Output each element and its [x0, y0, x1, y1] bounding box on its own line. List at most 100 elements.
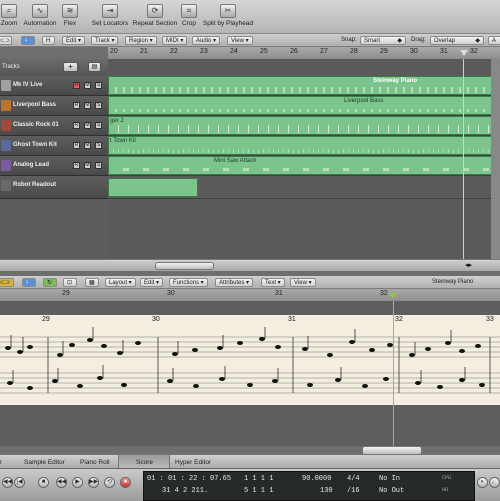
- score-area[interactable]: 29 30 31 32 33: [0, 301, 500, 455]
- lcd-display[interactable]: 01 : 01 : 22 : 07.65 31 4 2 211. 1 1 1 1…: [143, 471, 475, 501]
- playhead-marker-icon[interactable]: [389, 293, 397, 299]
- score-view-button[interactable]: ⊡: [63, 278, 77, 287]
- split-by-playhead-button[interactable]: ✂ Split by Playhead: [202, 4, 254, 27]
- snap-select[interactable]: Smart ◆: [360, 36, 406, 45]
- drag-label: Drag:: [411, 37, 426, 43]
- menu-view[interactable]: View ▾: [290, 278, 316, 287]
- tab-sample-editor[interactable]: Sample Editor: [24, 459, 65, 466]
- mute-button[interactable]: M: [84, 102, 91, 109]
- track-lane[interactable]: t Town Kit Gh: [108, 136, 500, 156]
- solo-button[interactable]: S: [95, 142, 102, 149]
- score-track-name: Steinway Piano: [432, 279, 474, 285]
- menu-track[interactable]: Track ▾: [91, 36, 119, 45]
- ruler-bar-32: 32: [470, 48, 478, 55]
- midi-out-button[interactable]: ↻: [43, 278, 57, 287]
- record-button[interactable]: R: [73, 82, 80, 89]
- ruler-bar-25: 25: [260, 48, 268, 55]
- menu-region[interactable]: Region ▾: [125, 36, 157, 45]
- menu-audio[interactable]: Audio ▾: [192, 36, 221, 45]
- track-options-icon[interactable]: ▤: [88, 62, 101, 72]
- link-button[interactable]: ⊂⊃: [0, 36, 12, 45]
- metronome-icon: ♩: [491, 479, 498, 485]
- play-button[interactable]: ▶: [72, 477, 83, 488]
- menu-view[interactable]: View ▾: [227, 36, 253, 45]
- region[interactable]: t Town Kit Gh: [108, 136, 500, 155]
- goto-start-button[interactable]: |◀: [14, 477, 25, 488]
- playhead-marker-icon[interactable]: [460, 50, 468, 56]
- menu-functions[interactable]: Functions ▾: [169, 278, 208, 287]
- zoom-button[interactable]: ⌕ Zoom: [0, 4, 22, 27]
- solo-button[interactable]: S: [95, 82, 102, 89]
- snap-label: Snap:: [341, 37, 357, 43]
- drum-icon: [1, 140, 11, 151]
- transport-bar: ◀◀ |◀ ■ ◀◀ ▶ ▶▶ ⟲ ● 01 : 01 : 22 : 07.65…: [0, 468, 500, 501]
- solo-button[interactable]: S: [95, 162, 102, 169]
- region[interactable]: Liverpool Bass: [108, 96, 500, 115]
- mute-button[interactable]: M: [84, 82, 91, 89]
- crop-button[interactable]: ⌗ Crop: [180, 4, 198, 27]
- menu-text[interactable]: Text ▾: [261, 278, 285, 287]
- score-ruler-bar-32: 32: [380, 290, 388, 297]
- track-lane[interactable]: Mini Saw Attack: [108, 156, 500, 176]
- track-lane[interactable]: [108, 176, 500, 199]
- track-header[interactable]: Robot Readout: [0, 176, 108, 199]
- menu-layout[interactable]: Layout ▾: [105, 278, 136, 287]
- horizontal-scrollbar-thumb[interactable]: [155, 262, 214, 270]
- region[interactable]: [108, 178, 198, 197]
- set-locators-button[interactable]: ⇥ Set Locators: [90, 4, 130, 27]
- menu-edit[interactable]: Edit ▾: [62, 36, 86, 45]
- stop-icon: ■: [41, 479, 46, 485]
- metronome-button[interactable]: ♩: [489, 477, 500, 488]
- record-button[interactable]: R: [73, 142, 80, 149]
- track-header[interactable]: Liverpool Bass R M S: [0, 96, 108, 116]
- region[interactable]: Mini Saw Attack: [108, 156, 500, 175]
- record-button[interactable]: R: [73, 122, 80, 129]
- automation-view-button[interactable]: A: [488, 36, 500, 45]
- stop-button[interactable]: ■: [38, 477, 49, 488]
- region[interactable]: ger 2: [108, 116, 500, 135]
- track-header[interactable]: Analog Lead R M S: [0, 156, 108, 176]
- mute-button[interactable]: M: [84, 162, 91, 169]
- vertical-scrollbar[interactable]: [491, 59, 500, 259]
- forward-button[interactable]: ▶▶: [88, 477, 99, 488]
- tab-score[interactable]: Score: [118, 455, 170, 469]
- ruler-bar-20: 20: [110, 48, 118, 55]
- menu-attributes[interactable]: Attributes ▾: [215, 278, 254, 287]
- track-header[interactable]: Classic Rock 01 R M S: [0, 116, 108, 136]
- region[interactable]: Steinway Piano: [108, 76, 500, 95]
- tab-mixer[interactable]: r: [0, 459, 2, 466]
- score-settings-button[interactable]: ▦: [85, 278, 99, 287]
- tab-piano-roll[interactable]: Piano Roll: [80, 459, 110, 466]
- hide-button[interactable]: H: [42, 36, 55, 45]
- menu-edit[interactable]: Edit ▾: [140, 278, 164, 287]
- zoom-slider-icon[interactable]: ◂▸: [465, 261, 472, 269]
- solo-mode-button[interactable]: ◐: [477, 477, 488, 488]
- goto-start-button-2[interactable]: ◀◀: [56, 477, 67, 488]
- cycle-button[interactable]: ⟲: [104, 477, 115, 488]
- link-button[interactable]: ⊂⊃: [0, 278, 14, 287]
- repeat-section-button[interactable]: ⟳ Repeat Section: [132, 4, 178, 27]
- catch-button[interactable]: ♮: [22, 278, 36, 287]
- catch-button[interactable]: ♮: [21, 36, 35, 45]
- automation-button[interactable]: ∿ Automation: [20, 4, 60, 27]
- add-track-button[interactable]: +: [63, 62, 78, 72]
- solo-button[interactable]: S: [95, 122, 102, 129]
- track-lane[interactable]: Steinway Piano: [108, 76, 500, 96]
- track-header[interactable]: Ghost Town Kit R M S: [0, 136, 108, 156]
- record-button[interactable]: R: [73, 162, 80, 169]
- crop-icon: ⌗: [181, 4, 197, 18]
- track-lane[interactable]: Liverpool Bass: [108, 96, 500, 116]
- rewind-button[interactable]: ◀◀: [2, 477, 13, 488]
- flex-button[interactable]: ≋ Flex: [60, 4, 80, 27]
- mute-button[interactable]: M: [84, 142, 91, 149]
- solo-button[interactable]: S: [95, 102, 102, 109]
- track-lane[interactable]: ger 2: [108, 116, 500, 136]
- track-header[interactable]: Mk IV Live R M S: [0, 76, 108, 96]
- catch-icon: ♮: [26, 280, 29, 286]
- mute-button[interactable]: M: [84, 122, 91, 129]
- drag-select[interactable]: Overlap ◆: [430, 36, 484, 45]
- tab-hyper-editor[interactable]: Hyper Editor: [175, 459, 211, 466]
- record-button[interactable]: ●: [120, 477, 131, 488]
- menu-midi[interactable]: MIDI ▾: [162, 36, 188, 45]
- record-button[interactable]: R: [73, 102, 80, 109]
